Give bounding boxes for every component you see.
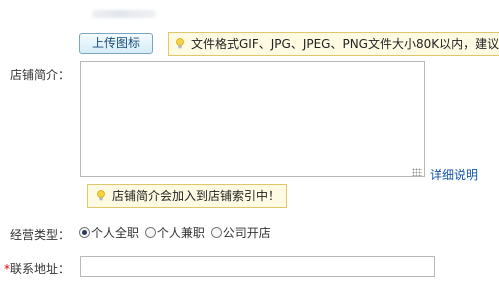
lightbulb-icon bbox=[97, 190, 105, 201]
detail-description-link[interactable]: 详细说明 bbox=[430, 166, 478, 183]
blurred-text bbox=[92, 10, 156, 18]
contact-address-label: *联系地址： bbox=[4, 260, 70, 277]
radio-option-label: 个人全职 bbox=[91, 226, 140, 240]
upload-icon-button[interactable]: 上传图标 bbox=[79, 33, 153, 54]
shop-index-tip-text: 店铺简介会加入到店铺索引中！ bbox=[112, 189, 281, 203]
business-type-label: 经营类型： bbox=[10, 228, 71, 242]
file-format-tip: 文件格式GIF、JPG、JPEG、PNG文件大小80K以内，建议 bbox=[168, 32, 499, 56]
contact-address-input[interactable] bbox=[80, 256, 435, 277]
resize-grip-icon[interactable] bbox=[412, 168, 422, 176]
business-type-radio-group: 个人全职 个人兼职 公司开店 bbox=[79, 224, 273, 241]
radio-button[interactable] bbox=[79, 227, 90, 238]
radio-button[interactable] bbox=[144, 227, 156, 238]
shop-index-tip: 店铺简介会加入到店铺索引中！ bbox=[87, 184, 287, 208]
radio-option-label: 公司开店 bbox=[222, 226, 271, 240]
radio-option-company[interactable]: 公司开店 bbox=[210, 224, 271, 241]
lightbulb-icon bbox=[176, 38, 184, 49]
radio-option-label: 个人兼职 bbox=[156, 226, 205, 240]
file-format-tip-text: 文件格式GIF、JPG、JPEG、PNG文件大小80K以内，建议 bbox=[191, 37, 499, 51]
radio-option-fulltime[interactable]: 个人全职 bbox=[79, 224, 139, 241]
radio-option-parttime[interactable]: 个人兼职 bbox=[144, 224, 205, 241]
shop-intro-textarea[interactable] bbox=[80, 61, 425, 177]
contact-address-label-text: 联系地址： bbox=[10, 262, 71, 276]
radio-button[interactable] bbox=[210, 227, 222, 238]
shop-intro-label: 店铺简介： bbox=[10, 68, 71, 82]
